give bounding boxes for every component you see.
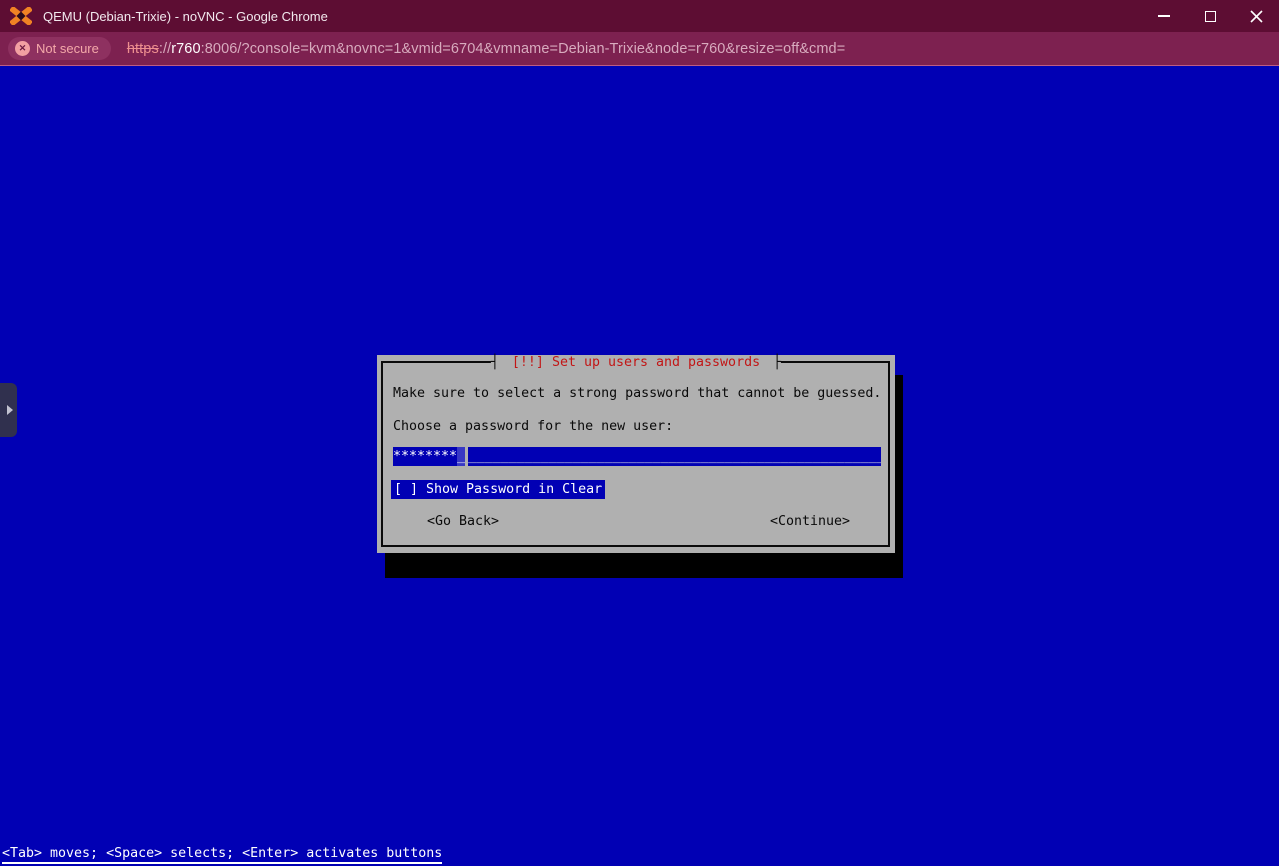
title-bracket-left: ┤ <box>491 355 499 371</box>
password-prompt: Choose a password for the new user: <box>393 419 673 434</box>
maximize-button[interactable] <box>1187 0 1233 32</box>
dialog-message: Make sure to select a strong password th… <box>393 386 881 401</box>
minimize-button[interactable] <box>1141 0 1187 32</box>
go-back-button[interactable]: <Go Back> <box>427 514 499 530</box>
close-icon <box>1250 10 1263 23</box>
dialog-title-text: [!!] Set up users and passwords <box>499 355 773 371</box>
window-title: QEMU (Debian-Trixie) - noVNC - Google Ch… <box>43 9 328 24</box>
minimize-icon <box>1158 15 1170 17</box>
window-controls <box>1141 0 1279 32</box>
vnc-canvas[interactable]: ┤ [!!] Set up users and passwords ├ Make… <box>0 66 1279 866</box>
url-host: r760 <box>171 41 200 57</box>
url-separator: :// <box>159 41 171 57</box>
password-input[interactable]: ******** _ _____________________________… <box>393 447 881 466</box>
setup-users-dialog: ┤ [!!] Set up users and passwords ├ Make… <box>377 355 895 553</box>
address-toolbar: ✕ Not secure https://r760:8006/?console=… <box>0 32 1279 65</box>
field-filler: ________________________________________… <box>465 447 881 466</box>
expand-arrow-icon <box>7 405 13 415</box>
masked-password: ******** <box>393 447 457 466</box>
title-bracket-right: ├ <box>773 355 781 371</box>
url-field[interactable]: https://r760:8006/?console=kvm&novnc=1&v… <box>127 41 845 57</box>
security-badge-label: Not secure <box>36 41 99 56</box>
proxmox-novnc-icon <box>10 7 34 25</box>
keyboard-help-line: <Tab> moves; <Space> selects; <Enter> ac… <box>2 846 442 864</box>
security-badge[interactable]: ✕ Not secure <box>8 37 111 60</box>
not-secure-icon: ✕ <box>15 41 30 56</box>
dialog-title: ┤ [!!] Set up users and passwords ├ <box>491 355 781 371</box>
novnc-control-bar-handle[interactable] <box>0 383 17 437</box>
url-rest: :8006/?console=kvm&novnc=1&vmid=6704&vmn… <box>201 41 846 57</box>
proxmox-x-icon <box>10 7 32 25</box>
url-scheme: https <box>127 41 159 57</box>
continue-button[interactable]: <Continue> <box>770 514 850 530</box>
text-cursor-icon: _ <box>457 447 465 466</box>
close-button[interactable] <box>1233 0 1279 32</box>
window-titlebar: QEMU (Debian-Trixie) - noVNC - Google Ch… <box>0 0 1279 32</box>
show-password-checkbox[interactable]: [ ] Show Password in Clear <box>391 480 605 499</box>
maximize-icon <box>1205 11 1216 22</box>
